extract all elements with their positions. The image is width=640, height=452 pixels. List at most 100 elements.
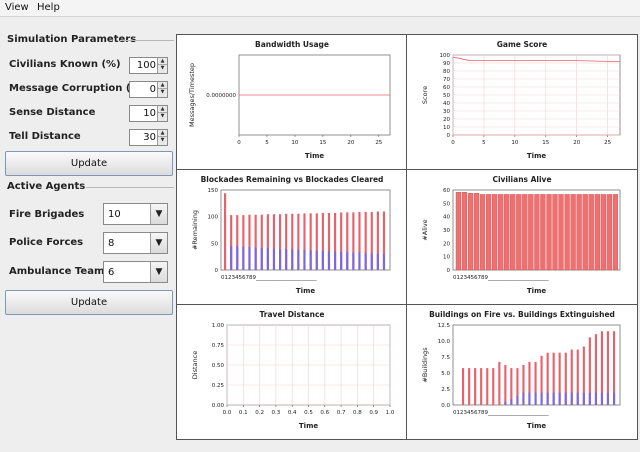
x-axis-label: Time [299, 422, 318, 430]
y-tick-label: 20 [443, 117, 450, 123]
charts-area: Bandwidth Usage Messages/Timestep Time 0.00… [176, 34, 638, 440]
bar [230, 246, 233, 270]
bar [480, 368, 483, 405]
civilians-alive-chart: Civilians Alive #Alive Time 60 50 40 30 20 10 0 01… [407, 170, 637, 305]
y-axis-label: #Alive [421, 219, 429, 240]
sense-distance-spinner[interactable]: 10 ▲ ▼ [129, 105, 168, 122]
bar [491, 194, 498, 271]
bar [485, 194, 492, 271]
update-agents-button[interactable]: Update [5, 290, 173, 315]
spin-up-icon[interactable]: ▲ [158, 106, 167, 113]
bar [588, 194, 594, 271]
police-forces-value: 8 [108, 238, 115, 249]
y-tick-label: 20 [443, 241, 450, 247]
bar [340, 251, 343, 270]
tell-distance-spinner[interactable]: 30 ▲ ▼ [129, 129, 168, 146]
message-corruption-value: 0 [149, 84, 156, 95]
x-axis-label: Time [527, 422, 546, 430]
bar [260, 248, 263, 270]
x-tick-label: 20 [573, 140, 580, 146]
x-tick-label: 20 [347, 140, 354, 146]
spin-up-icon[interactable]: ▲ [158, 130, 167, 137]
chevron-down-icon[interactable]: ▼ [150, 204, 167, 224]
travel-svg: Travel Distance Distance Time 1.00 0.75 0.50 0… [191, 310, 395, 430]
x-tick-label: 10 [291, 140, 298, 146]
ambulance-teams-value: 6 [108, 267, 115, 278]
chart-title: Bandwidth Usage [255, 40, 329, 49]
bar [370, 253, 373, 270]
bar [594, 392, 598, 405]
bar [540, 392, 543, 405]
bar [315, 250, 318, 270]
chart-title: Civilians Alive [492, 175, 551, 184]
message-corruption-spinner[interactable]: 0 ▲ ▼ [129, 81, 168, 98]
bar [248, 247, 251, 270]
y-tick-label: 30 [443, 228, 450, 234]
x-tick-label: 0.8 [353, 410, 362, 416]
y-tick-label: 7.5 [441, 355, 450, 361]
y-tick-label: 0.75 [212, 343, 225, 349]
sense-distance-value: 10 [143, 108, 156, 119]
bandwidth-svg: Bandwidth Usage Messages/Timestep Time 0.00… [188, 40, 391, 160]
fires-svg: Buildings on Fire vs. Buildings Extingui… [421, 310, 621, 430]
bar [570, 392, 573, 405]
x-tick-label: 0.6 [320, 410, 329, 416]
spin-up-icon[interactable]: ▲ [158, 58, 167, 65]
bar [467, 193, 474, 271]
ambulance-teams-select[interactable]: 6 ▼ [103, 261, 168, 283]
y-tick-label: 5.0 [441, 371, 450, 377]
y-tick-label: 40 [443, 215, 450, 221]
fire-brigades-label: Fire Brigades [9, 209, 85, 220]
bar [266, 248, 269, 270]
menu-bar: View Help [0, 0, 640, 17]
spin-up-icon[interactable]: ▲ [158, 82, 167, 89]
bar [236, 246, 239, 270]
y-tick-label: 100 [440, 53, 451, 59]
bar [606, 392, 610, 405]
bar [224, 193, 227, 270]
y-tick-label: 2.5 [441, 387, 450, 393]
bar [504, 194, 510, 271]
x-tick-label: 5 [265, 140, 269, 146]
message-corruption-label: Message Corruption (%) [9, 83, 145, 94]
police-forces-select[interactable]: 8 ▼ [103, 232, 168, 254]
spin-down-icon[interactable]: ▼ [158, 65, 167, 72]
civilians-known-spinner[interactable]: 100 ▲ ▼ [129, 57, 168, 74]
blockades-chart: Blockades Remaining vs Blockades Cleared… [177, 170, 407, 305]
bar [582, 194, 588, 271]
x-tick-label: 10 [511, 140, 518, 146]
chart-title: Game Score [497, 40, 548, 49]
y-tick-label: 0 [447, 268, 451, 274]
y-tick-label: 80 [443, 69, 450, 75]
y-axis-label: #Buildings [421, 347, 429, 383]
y-tick-label: 1.00 [212, 323, 225, 329]
x-tick-label: 15 [542, 140, 549, 146]
y-axis-label: Distance [191, 351, 199, 379]
chevron-down-icon[interactable]: ▼ [150, 262, 167, 282]
bar [534, 392, 537, 405]
y-tick-label: 0 [215, 268, 219, 274]
menu-view[interactable]: View [5, 2, 29, 13]
y-tick-label: 10 [443, 125, 450, 131]
bar [473, 193, 480, 271]
y-tick-label: 0.0 [441, 403, 450, 409]
fire-brigades-select[interactable]: 10 ▼ [103, 203, 168, 225]
bar [564, 194, 570, 271]
x-tick-label: 0.3 [272, 410, 281, 416]
bar [486, 368, 489, 405]
bar [558, 392, 561, 405]
x-axis-label: Time [305, 152, 324, 160]
spin-down-icon[interactable]: ▼ [158, 113, 167, 120]
update-parameters-button[interactable]: Update [5, 151, 173, 176]
y-axis-label: #Remaining [191, 210, 199, 250]
y-tick-label: 150 [208, 188, 219, 194]
menu-help[interactable]: Help [37, 2, 60, 13]
sense-distance-label: Sense Distance [9, 107, 96, 118]
bar [606, 194, 612, 271]
spin-down-icon[interactable]: ▼ [158, 89, 167, 96]
spin-down-icon[interactable]: ▼ [158, 137, 167, 144]
bar [498, 361, 501, 405]
bar [504, 365, 507, 405]
chevron-down-icon[interactable]: ▼ [150, 233, 167, 253]
civilians-known-label: Civilians Known (%) [9, 59, 121, 70]
